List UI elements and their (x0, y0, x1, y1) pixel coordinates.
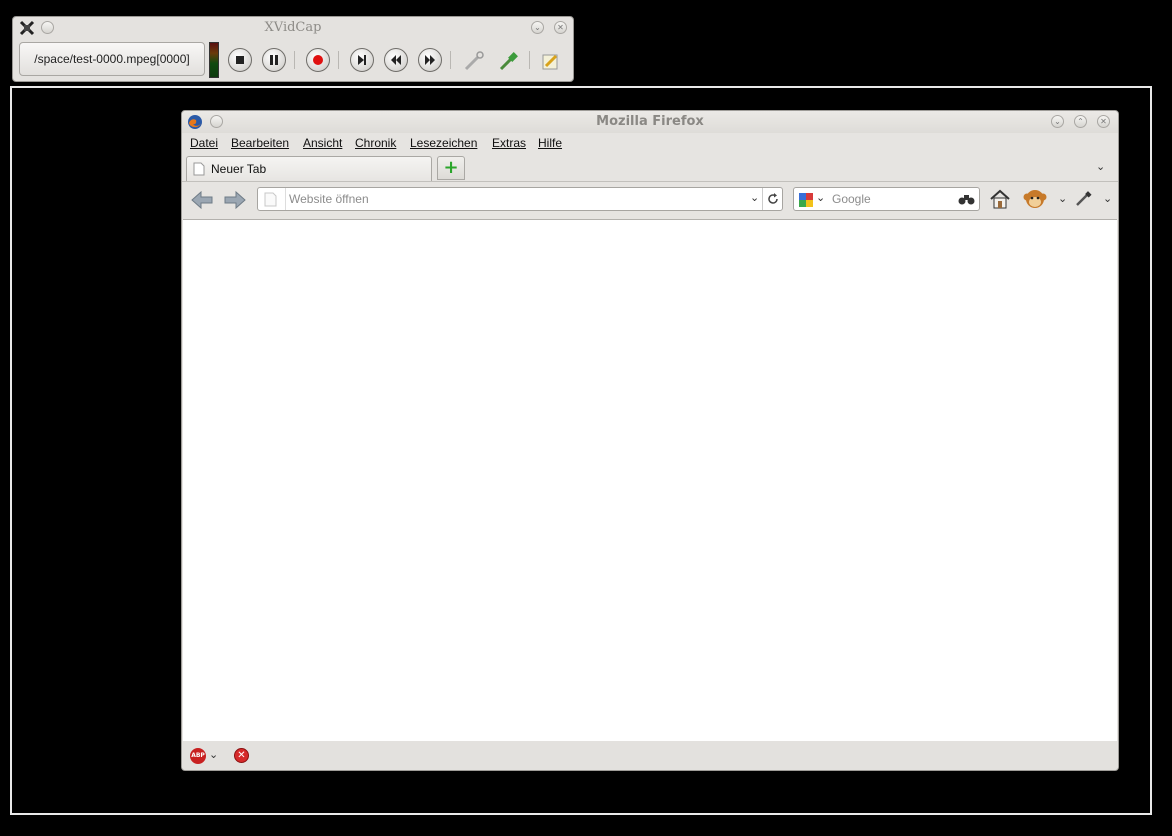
filename-button[interactable]: /space/test-0000.mpeg[0000] (19, 42, 205, 76)
record-icon (313, 55, 323, 65)
menu-datei[interactable]: Datei (190, 136, 218, 150)
menu-bearbeiten[interactable]: Bearbeiten (231, 136, 289, 150)
navigation-toolbar: Website öffnen ⌄ ⌄ Google ⌄ ⌄ (182, 182, 1118, 218)
url-divider (762, 188, 763, 210)
tool-chevron-icon[interactable]: ⌄ (1103, 192, 1112, 205)
pause-button[interactable] (262, 48, 286, 72)
stop-loading-icon[interactable]: ✕ (234, 748, 249, 763)
tab-label: Neuer Tab (211, 162, 267, 176)
level-meter (209, 42, 219, 78)
firefox-window: Mozilla Firefox ⌄ ⌃ ✕ Datei Bearbeiten A… (181, 110, 1119, 771)
back-icon[interactable] (191, 190, 213, 210)
xvidcap-titlebar[interactable]: XVidCap ⌄ ✕ (13, 17, 573, 39)
tab-neuer-tab[interactable]: Neuer Tab (186, 156, 432, 181)
xvidcap-title: XVidCap (264, 20, 322, 35)
tab-list-chevron-icon[interactable]: ⌄ (1096, 160, 1105, 173)
monkey-icon[interactable] (1023, 188, 1047, 210)
firefox-titlebar[interactable]: Mozilla Firefox ⌄ ⌃ ✕ (182, 111, 1118, 133)
search-placeholder: Google (832, 192, 871, 206)
toolbar-separator (294, 51, 295, 69)
new-tab-button[interactable]: + (437, 156, 465, 180)
toolbar-separator (450, 51, 451, 69)
minimize-button[interactable]: ⌄ (1051, 115, 1064, 128)
stop-icon (236, 56, 244, 64)
status-bar: ABP ⌄ ✕ (182, 741, 1118, 770)
page-icon (193, 162, 205, 176)
step-button[interactable] (350, 48, 374, 72)
url-divider (285, 188, 286, 210)
menu-ansicht[interactable]: Ansicht (303, 136, 342, 150)
menu-hilfe[interactable]: Hilfe (538, 136, 562, 150)
maximize-button[interactable]: ⌃ (1074, 115, 1087, 128)
rewind-button[interactable] (384, 48, 408, 72)
google-engine-icon[interactable] (798, 192, 814, 208)
menubar: Datei Bearbeiten Ansicht Chronik Lesezei… (182, 133, 1118, 153)
minimize-button[interactable]: ⌄ (531, 21, 544, 34)
menu-chronik[interactable]: Chronik (355, 136, 396, 150)
menu-lesezeichen[interactable]: Lesezeichen (410, 136, 477, 150)
adblock-chevron-icon[interactable]: ⌄ (209, 748, 218, 761)
url-placeholder: Website öffnen (289, 192, 369, 206)
search-bar[interactable]: ⌄ Google (793, 187, 980, 211)
edit-icon[interactable] (540, 50, 562, 72)
pause-icon (270, 55, 278, 65)
select-region-icon[interactable] (463, 50, 485, 72)
page-content[interactable] (183, 219, 1117, 742)
step-icon (358, 55, 366, 65)
eyedropper-icon[interactable] (498, 50, 520, 72)
adblock-plus-icon[interactable]: ABP (190, 748, 206, 764)
monkey-chevron-icon[interactable]: ⌄ (1058, 192, 1067, 205)
reload-icon[interactable] (766, 192, 780, 206)
rewind-icon (391, 55, 401, 65)
forward-button[interactable] (418, 48, 442, 72)
menu-extras[interactable]: Extras (492, 136, 526, 150)
page-icon (264, 192, 277, 207)
xvidcap-window: XVidCap ⌄ ✕ /space/test-0000.mpeg[0000] (12, 16, 574, 82)
binoculars-icon[interactable] (958, 193, 975, 205)
url-bar[interactable]: Website öffnen ⌄ (257, 187, 783, 211)
stop-button[interactable] (228, 48, 252, 72)
engine-chevron-icon[interactable]: ⌄ (816, 191, 825, 204)
tab-bar: Neuer Tab + ⌄ (182, 154, 1118, 182)
home-icon[interactable] (989, 189, 1011, 209)
url-dropdown-chevron-icon[interactable]: ⌄ (750, 191, 759, 204)
close-button[interactable]: ✕ (1097, 115, 1110, 128)
toolbar-separator (529, 51, 530, 69)
forward-icon[interactable] (224, 190, 246, 210)
firefox-title: Mozilla Firefox (596, 114, 704, 129)
eyedropper-tool-icon[interactable] (1075, 191, 1093, 207)
toolbar-separator (338, 51, 339, 69)
forward-icon (425, 55, 435, 65)
record-button[interactable] (306, 48, 330, 72)
close-button[interactable]: ✕ (554, 21, 567, 34)
